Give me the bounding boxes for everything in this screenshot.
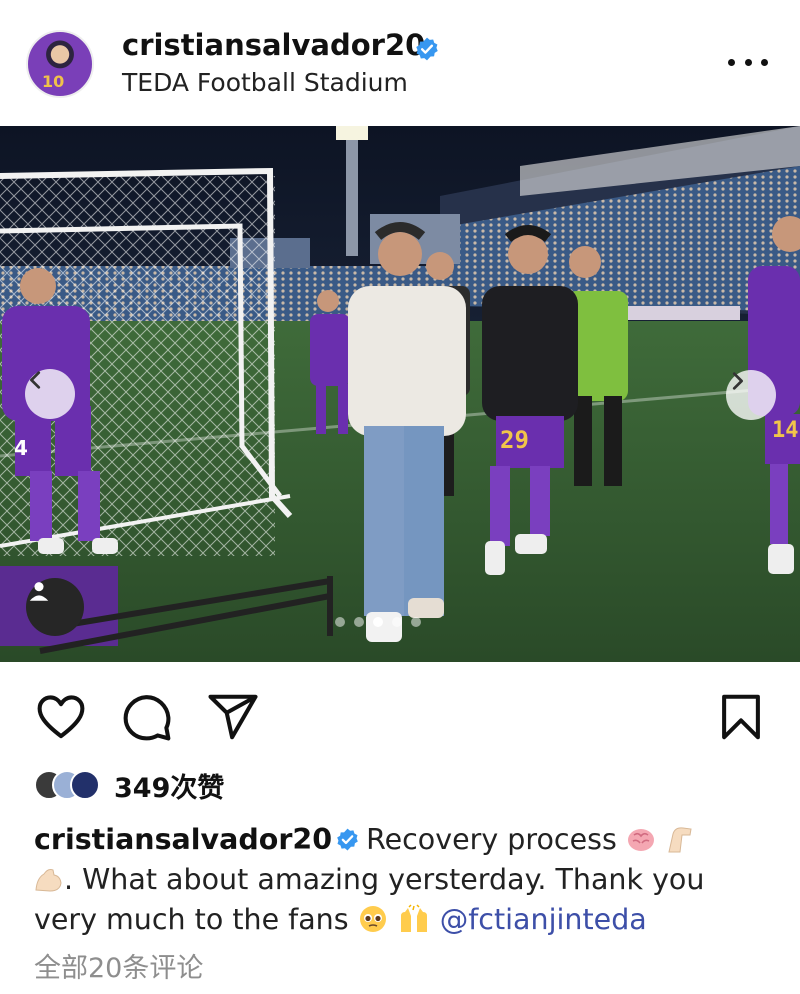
post-location[interactable]: TEDA Football Stadium (122, 68, 408, 97)
post-caption: cristiansalvador20 Recovery process . Wh… (34, 820, 774, 940)
carousel-indicator (335, 617, 421, 627)
raising-hands-emoji-icon (400, 904, 427, 932)
comment-bubble-icon[interactable] (120, 690, 174, 744)
person-tag-icon (29, 582, 49, 601)
avatar[interactable]: 10 (26, 30, 94, 98)
liked-by-avatars (34, 770, 106, 800)
likes-count[interactable]: 349次赞 (114, 766, 224, 805)
more-options-icon (728, 58, 735, 66)
bookmark-icon[interactable] (714, 690, 768, 744)
paper-plane-icon[interactable] (206, 690, 260, 744)
stadium-scene-image (0, 126, 800, 662)
caption-text-part1: Recovery process (366, 823, 617, 856)
carousel-dot (335, 617, 345, 627)
tagged-users-button[interactable] (26, 578, 84, 636)
verified-badge-icon (337, 828, 358, 851)
pleading-face-emoji-icon (359, 906, 386, 932)
flexed-biceps-emoji-icon (35, 869, 62, 892)
carousel-dot (392, 617, 402, 627)
carousel-dot (354, 617, 364, 627)
chevron-left-icon (30, 371, 41, 389)
post-actions-bar (0, 662, 800, 772)
carousel-dot (411, 617, 421, 627)
post-username[interactable]: cristiansalvador20 (122, 28, 425, 62)
post-header: 10 cristiansalvador20 TEDA Football Stad… (0, 0, 800, 126)
jersey-number-left: 4 (14, 436, 28, 460)
brain-emoji-icon (627, 829, 654, 851)
view-all-comments-link[interactable]: 全部20条评论 (34, 946, 203, 985)
next-photo-button[interactable] (726, 370, 776, 420)
avatar-jersey-number: 10 (42, 72, 65, 91)
flexed-arm-emoji-icon (668, 827, 692, 853)
jersey-number-right: 14 (772, 418, 799, 443)
mention-link[interactable]: @fctianjinteda (440, 903, 647, 936)
avatar (70, 770, 100, 800)
verified-badge-icon (416, 37, 438, 61)
post-photo[interactable]: 4 29 14 (0, 126, 800, 662)
chevron-right-icon (732, 372, 743, 390)
heart-icon[interactable] (34, 690, 88, 744)
carousel-dot-active (373, 617, 383, 627)
previous-photo-button[interactable] (25, 369, 75, 419)
jersey-number-center: 29 (500, 426, 529, 454)
caption-username[interactable]: cristiansalvador20 (34, 823, 332, 856)
more-options-button[interactable] (728, 52, 768, 72)
